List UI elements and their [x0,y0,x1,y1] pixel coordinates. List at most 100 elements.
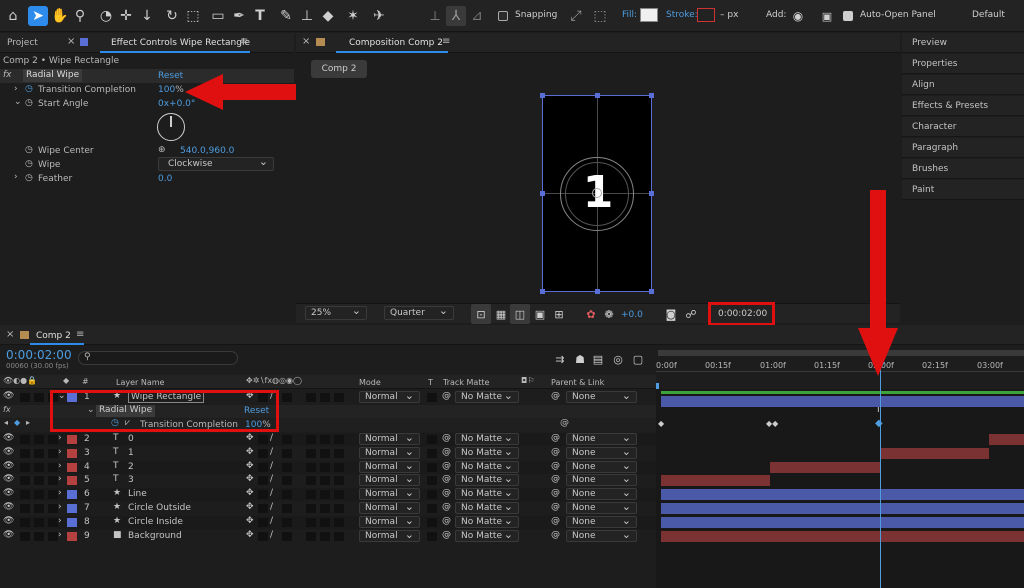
preserve-transparency-switch[interactable] [427,435,437,444]
preserve-transparency-switch[interactable] [427,462,437,472]
effect-switch[interactable] [282,448,292,458]
collapse-switch[interactable] [258,476,268,486]
panel-align[interactable]: Align [902,75,1024,95]
layer-duration-bar[interactable] [989,434,1024,445]
chevron-right-icon[interactable]: › [58,447,62,457]
parent-dropdown[interactable]: None [566,528,637,542]
mask-visibility-icon[interactable]: ◫ [510,304,530,324]
blend-mode-dropdown[interactable]: Normal [359,528,420,542]
time-ruler[interactable]: 0:00f 00:15f 01:00f 01:15f 02:00f 02:15f… [656,347,1024,389]
table-row[interactable]: 👁 › 9 ■ Background ✥ / Normal @ No Matte @ None [0,528,656,543]
frame-blend-switch[interactable] [306,504,316,513]
snapshot-icon[interactable]: ◙ [661,304,681,324]
matte-pickwhip-icon[interactable]: @ [442,474,451,484]
anchor-tool-icon[interactable]: ⬚ [183,6,203,26]
table-row[interactable]: 👁 › 7 ★ Circle Outside ✥ / Normal @ No Matte @ None [0,500,656,515]
axis-view-icon[interactable]: ⊿ [467,6,487,26]
layer-name[interactable]: Circle Inside [128,517,183,527]
blend-mode-dropdown[interactable]: Normal [359,445,420,459]
adjustment-switch[interactable] [334,531,344,541]
transition-completion-value[interactable]: 100 [158,85,175,95]
panel-properties[interactable]: Properties [902,54,1024,74]
blend-mode-dropdown[interactable]: Normal [359,389,420,403]
track-matte-dropdown[interactable]: No Matte [455,431,519,445]
anchor-point-icon[interactable] [592,188,602,198]
parent-dropdown[interactable]: None [566,389,637,403]
track-matte-dropdown[interactable]: No Matte [455,514,519,528]
comp-frame[interactable]: 1 [540,93,654,294]
effect-switch[interactable] [282,462,292,472]
eye-icon[interactable]: 👁 [3,391,14,401]
adjustment-switch[interactable] [334,504,344,513]
chevron-right-icon[interactable]: › [58,488,62,498]
exposure-value[interactable]: +0.0 [621,310,643,320]
audio-switch[interactable] [20,490,30,500]
effect-reset-link[interactable]: Reset [158,71,183,81]
parent-dropdown[interactable]: None [566,459,637,473]
close-tab-icon[interactable]: × [67,36,75,47]
snap-edge-icon[interactable]: ⤢ [566,6,586,26]
keyframe-nav-next-icon[interactable]: ▸ [26,418,30,427]
panel-menu-icon[interactable]: ≡ [76,329,84,340]
shy-switch-icon[interactable]: ✥ [246,502,254,512]
lock-switch[interactable] [48,476,58,486]
stopwatch-icon[interactable]: ◷ [25,98,33,108]
effect-switch[interactable] [282,504,292,513]
preserve-transparency-switch[interactable] [427,476,437,486]
stopwatch-icon[interactable]: ◷ [25,145,33,155]
eye-icon[interactable]: 👁 [3,474,14,484]
keyframe-add-icon[interactable]: ◆ [14,418,20,427]
parent-pickwhip-icon[interactable]: @ [551,502,560,512]
selection-tool-icon[interactable]: ➤ [28,6,48,26]
parent-dropdown[interactable]: None [566,500,637,514]
layer-name-header[interactable]: Layer Name [116,378,164,387]
grid-guides-icon[interactable]: ⊞ [549,304,569,324]
quality-switch-icon[interactable]: / [270,516,273,526]
comp-breadcrumb-tab[interactable]: Comp 2 [311,60,367,78]
track-matte-dropdown[interactable]: No Matte [455,445,519,459]
motion-blur-switch[interactable] [320,393,330,402]
keyframe-selected[interactable]: ◆ [875,418,883,429]
zoom-dropdown[interactable]: 25% [305,304,367,320]
playhead-line[interactable] [880,365,881,588]
frame-blend-switch[interactable] [306,435,316,444]
layer-duration-bar[interactable] [661,503,1024,514]
handle-bc[interactable] [595,289,600,294]
solo-switch[interactable] [34,393,44,402]
eraser-tool-icon[interactable]: ◆ [318,6,338,26]
audio-switch[interactable] [20,476,30,486]
eye-icon[interactable]: 👁 [3,447,14,457]
chevron-right-icon[interactable]: › [58,433,62,443]
panel-menu-icon[interactable]: ≡ [442,36,450,47]
matte-pickwhip-icon[interactable]: @ [442,488,451,498]
home-icon[interactable]: ⌂ [3,6,23,26]
effect-name-radial-wipe[interactable]: Radial Wipe [23,69,83,82]
feather-value[interactable]: 0.0 [158,174,172,184]
parent-pickwhip-icon[interactable]: @ [551,391,560,401]
solo-switch[interactable] [34,517,44,527]
label-color-chip[interactable] [67,476,77,486]
clone-stamp-icon[interactable]: ⊥ [297,6,317,26]
close-tab-icon[interactable]: × [302,36,310,47]
collapse-switch[interactable] [258,490,268,500]
layer-duration-bar[interactable] [661,516,1024,528]
blend-mode-dropdown[interactable]: Normal [359,486,420,501]
matte-pickwhip-icon[interactable]: @ [442,516,451,526]
layer-search-input[interactable]: ⚲ [78,351,238,365]
label-color-chip[interactable] [67,435,77,444]
effect-switch[interactable] [282,435,292,444]
motion-blur-switch[interactable] [320,435,330,444]
collapse-switch[interactable] [258,448,268,458]
track-matte-dropdown[interactable]: No Matte [455,389,519,403]
crosshair-icon[interactable]: ⊕ [158,145,166,155]
table-row[interactable]: 👁 › 2 T0 ✥ / Normal @ No Matte @ None [0,431,656,446]
frame-blend-switch[interactable] [306,393,316,402]
handle-tc[interactable] [595,93,600,98]
layer-name[interactable]: 0 [128,434,134,444]
handle-ml[interactable] [540,191,545,196]
shy-switch-icon[interactable]: ✥ [246,530,254,540]
adjustment-switch[interactable] [334,462,344,472]
draft-3d-icon[interactable]: ☗ [570,349,590,369]
expression-pickwhip-icon[interactable]: @ [560,418,569,428]
tab-effect-controls[interactable]: Effect Controls Wipe Rectangle [111,38,250,48]
